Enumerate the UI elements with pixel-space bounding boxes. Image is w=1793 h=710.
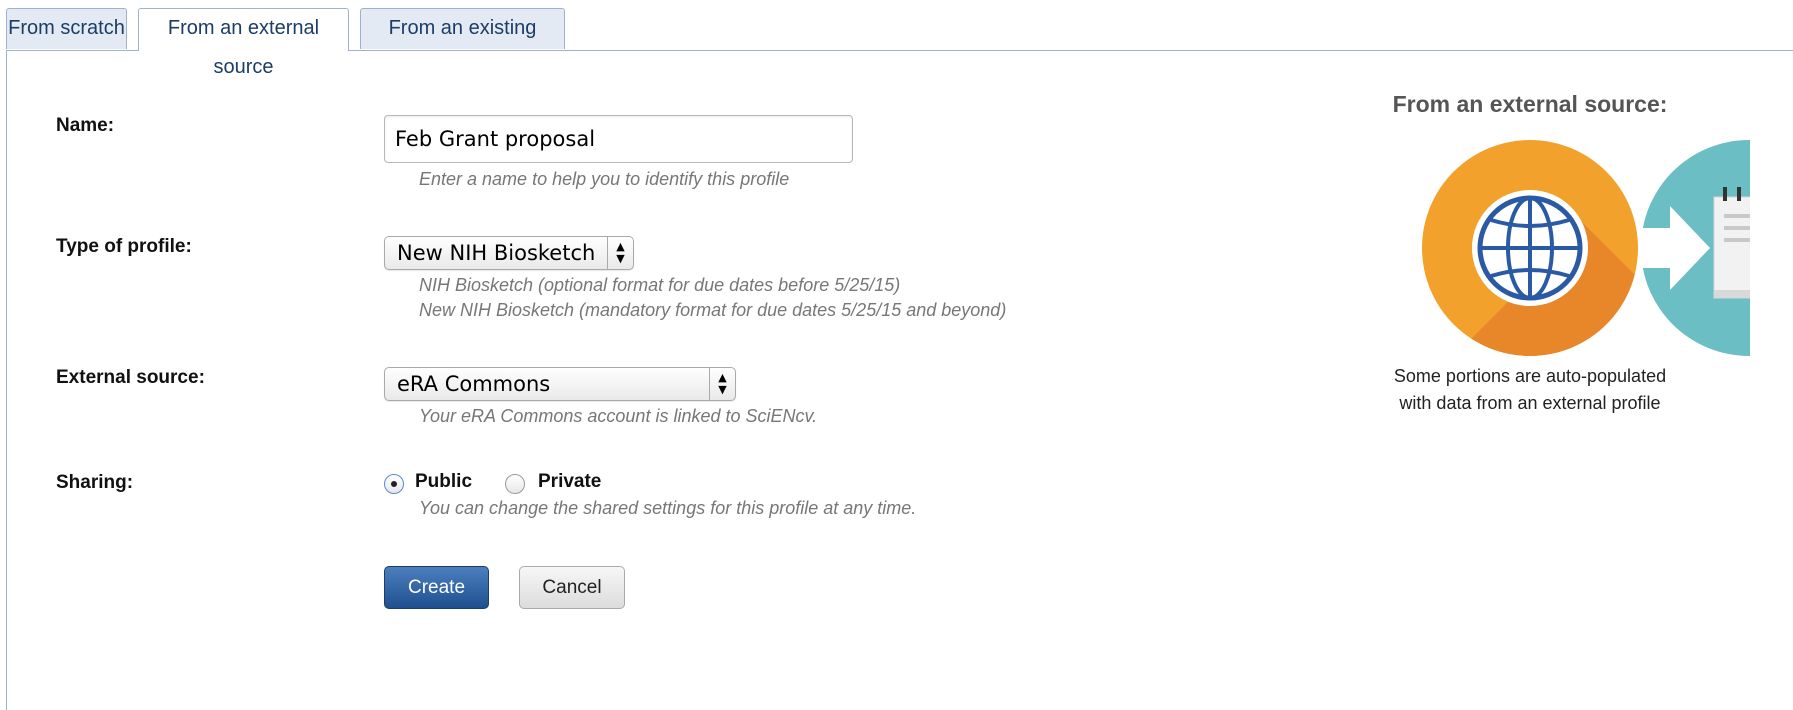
notepad-icon — [1713, 187, 1750, 299]
name-label: Name: — [56, 115, 115, 136]
select-arrows-icon: ▲ ▼ — [709, 368, 735, 400]
globe-icon — [1472, 190, 1588, 306]
cancel-button[interactable]: Cancel — [519, 566, 625, 609]
form-container: Name: Enter a name to help you to identi… — [0, 0, 1793, 690]
name-input[interactable] — [384, 115, 853, 163]
sharing-label: Sharing: — [56, 472, 134, 493]
external-source-selected-value: eRA Commons — [397, 372, 551, 396]
name-hint: Enter a name to help you to identify thi… — [419, 169, 790, 189]
sidebar-caption: Some portions are auto-populated with da… — [1310, 363, 1750, 417]
sharing-hint: You can change the shared settings for t… — [419, 498, 917, 518]
sidebar-caption-line-2: with data from an external profile — [1399, 393, 1661, 413]
sharing-public-label[interactable]: Public — [415, 471, 472, 493]
type-of-profile-label: Type of profile: — [56, 236, 192, 257]
profile-type-selected-value: New NIH Biosketch — [397, 241, 596, 265]
profile-type-select[interactable]: New NIH Biosketch ▲ ▼ — [384, 236, 634, 270]
sidebar-caption-line-1: Some portions are auto-populated — [1393, 366, 1667, 386]
external-source-illustration — [1422, 140, 1750, 356]
profile-type-hint-2: New NIH Biosketch (mandatory format for … — [419, 300, 1007, 320]
profile-type-hint-1: NIH Biosketch (optional format for due d… — [419, 275, 901, 295]
sharing-private-radio[interactable] — [505, 474, 525, 494]
create-button[interactable]: Create — [384, 566, 489, 609]
external-source-hint: Your eRA Commons account is linked to Sc… — [419, 406, 818, 426]
select-arrows-icon: ▲ ▼ — [607, 237, 633, 269]
sidebar-title: From an external source: — [1392, 91, 1668, 117]
external-source-label: External source: — [56, 367, 205, 388]
sharing-public-radio[interactable] — [384, 474, 404, 494]
sharing-private-label[interactable]: Private — [538, 471, 601, 493]
external-source-select[interactable]: eRA Commons ▲ ▼ — [384, 367, 736, 401]
